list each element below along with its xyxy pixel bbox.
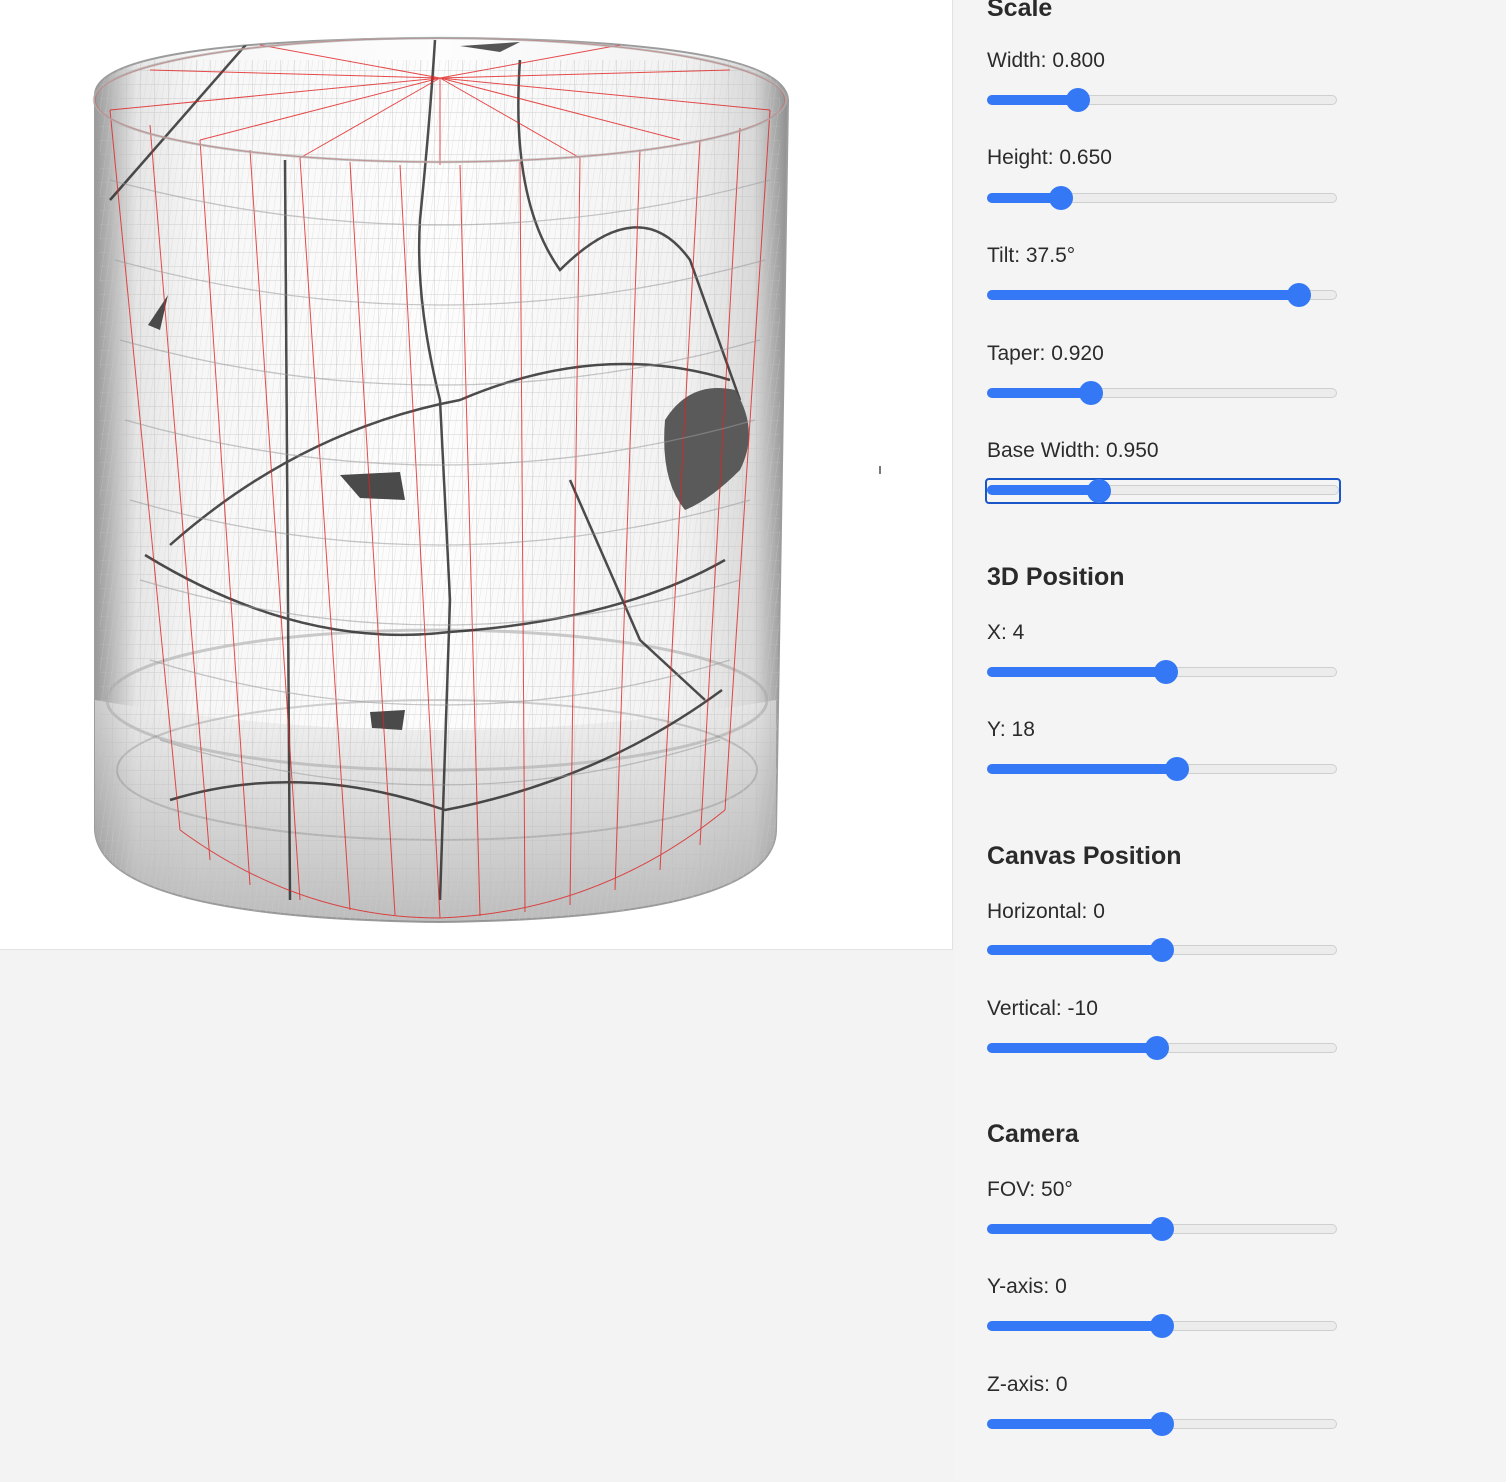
y-slider[interactable]	[987, 757, 1337, 781]
fov-slider-thumb[interactable]	[1150, 1217, 1174, 1241]
x-slider-thumb[interactable]	[1153, 660, 1178, 684]
z-axis-label: Z-axis: 0	[987, 1373, 1068, 1396]
vertical-slider-fill	[987, 1043, 1158, 1053]
section-title-camera: Camera	[987, 1120, 1079, 1148]
fov-label: FOV: 50°	[987, 1178, 1073, 1201]
horizontal-slider-fill	[987, 945, 1162, 955]
y-slider-thumb[interactable]	[1165, 757, 1190, 781]
tilt-slider-fill	[987, 290, 1299, 300]
width-slider-fill	[987, 95, 1078, 105]
taper-slider-thumb[interactable]	[1078, 381, 1103, 405]
vertical-slider[interactable]	[987, 1036, 1337, 1060]
fov-slider[interactable]	[987, 1217, 1337, 1241]
z-axis-slider[interactable]	[987, 1412, 1337, 1436]
fov-slider-fill	[987, 1224, 1162, 1234]
height-slider-thumb[interactable]	[1048, 186, 1073, 210]
width-slider-thumb[interactable]	[1066, 88, 1090, 112]
y-axis-slider[interactable]	[987, 1314, 1337, 1338]
y-axis-label: Y-axis: 0	[987, 1275, 1067, 1298]
section-title-3d-position: 3D Position	[987, 563, 1125, 591]
height-slider[interactable]	[987, 186, 1337, 210]
x-label: X: 4	[987, 621, 1025, 644]
y-axis-slider-fill	[987, 1321, 1162, 1331]
taper-label: Taper: 0.920	[987, 342, 1104, 365]
taper-slider[interactable]	[987, 381, 1337, 405]
width-label: Width: 0.800	[987, 49, 1105, 72]
horizontal-label: Horizontal: 0	[987, 900, 1105, 923]
x-slider[interactable]	[987, 660, 1337, 684]
tilt-slider[interactable]	[987, 283, 1337, 307]
vertical-slider-thumb[interactable]	[1145, 1036, 1170, 1060]
y-axis-slider-thumb[interactable]	[1150, 1314, 1174, 1338]
width-slider[interactable]	[987, 88, 1337, 112]
y-slider-fill	[987, 764, 1178, 774]
y-label: Y: 18	[987, 718, 1035, 741]
3d-preview-canvas[interactable]	[0, 0, 953, 950]
section-title-scale: Scale	[987, 0, 1053, 22]
tilt-slider-thumb[interactable]	[1286, 283, 1311, 307]
z-axis-slider-fill	[987, 1419, 1162, 1429]
section-title-canvas-position: Canvas Position	[987, 842, 1182, 870]
base-width-slider[interactable]	[985, 478, 1341, 504]
vertical-label: Vertical: -10	[987, 997, 1098, 1020]
tilt-label: Tilt: 37.5°	[987, 244, 1076, 267]
base-width-slider-thumb[interactable]	[1086, 479, 1111, 503]
base-width-slider-fill	[987, 485, 1099, 495]
settings-sidebar: Scale Width: 0.800 Height: 0.650 Tilt: 37.5…	[954, 0, 1506, 1482]
horizontal-slider[interactable]	[987, 938, 1337, 962]
horizontal-slider-thumb[interactable]	[1150, 938, 1174, 962]
base-width-label: Base Width: 0.950	[987, 439, 1159, 462]
x-slider-fill	[987, 667, 1166, 677]
glass-wireframe-render	[92, 36, 881, 924]
z-axis-slider-thumb[interactable]	[1150, 1412, 1174, 1436]
height-label: Height: 0.650	[987, 146, 1112, 169]
taper-slider-fill	[987, 388, 1091, 398]
